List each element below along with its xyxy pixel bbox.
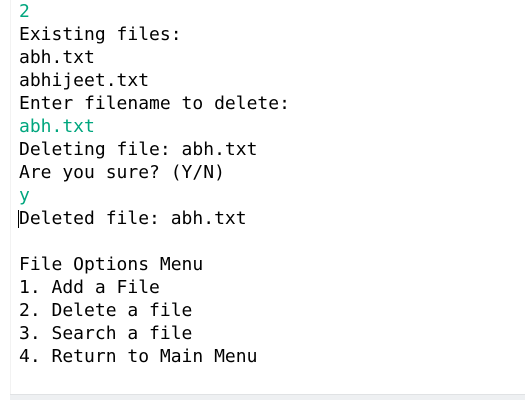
console-input-line: abh.txt — [19, 116, 95, 137]
console-input-line: y — [19, 185, 30, 206]
console-output-line: Are you sure? (Y/N) — [19, 162, 225, 183]
console-input-line: 2 — [19, 1, 30, 22]
console-output-text: Deleted file: abh.txt — [19, 208, 247, 229]
console-output-line: Deleted file: abh.txt — [18, 207, 525, 230]
console-output-line: File Options Menu — [19, 254, 204, 275]
console-output-line: 3. Search a file — [19, 323, 193, 344]
console-output-line: 4. Return to Main Menu — [19, 346, 258, 367]
text-caret — [18, 210, 19, 228]
console-output-line: 1. Add a File — [19, 277, 160, 298]
console-output[interactable]: 2 Existing files: abh.txt abhijeet.txt E… — [0, 0, 525, 400]
console-output-line: Deleting file: abh.txt — [19, 139, 258, 160]
horizontal-scrollbar[interactable] — [10, 394, 525, 400]
console-output-line: abh.txt — [19, 47, 95, 68]
console-output-line: Existing files: — [19, 24, 182, 45]
console-output-line: 2. Delete a file — [19, 300, 193, 321]
console-output-line: Enter filename to delete: — [19, 93, 290, 114]
console-output-line: abhijeet.txt — [19, 70, 150, 91]
